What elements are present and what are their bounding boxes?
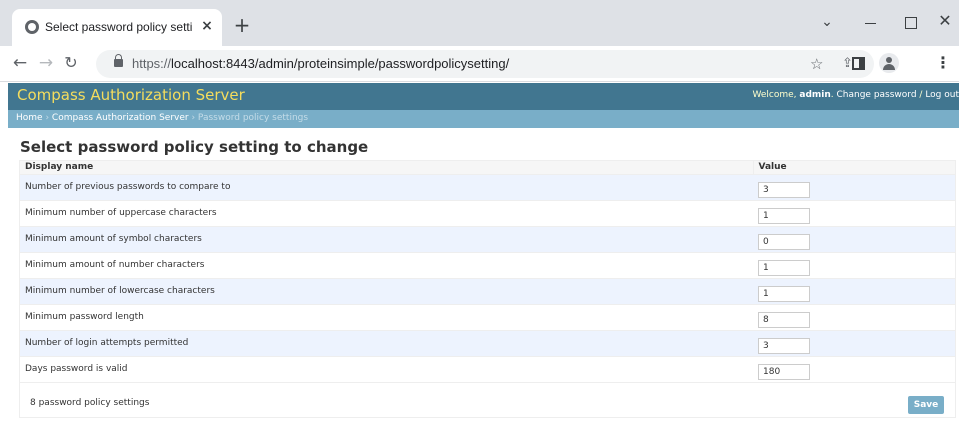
browser-tab-strip: Select password policy setting to × + ⌄ … (0, 0, 959, 46)
setting-name[interactable]: Number of login attempts permitted (20, 330, 753, 357)
star-icon[interactable]: ☆ (810, 55, 823, 73)
new-tab-icon[interactable]: + (230, 14, 254, 38)
setting-value-input[interactable] (758, 286, 810, 302)
page-title: Select password policy setting to change (20, 138, 369, 156)
setting-value-input[interactable] (758, 364, 810, 380)
setting-name[interactable]: Minimum amount of symbol characters (20, 226, 753, 253)
breadcrumb-home[interactable]: Home (16, 113, 43, 123)
minimize-icon[interactable] (856, 10, 886, 36)
lock-icon[interactable] (114, 54, 123, 67)
table-row: Days password is valid (20, 356, 955, 383)
changelist-results: Display name Value Number of previous pa… (19, 160, 956, 418)
table-row: Number of login attempts permitted (20, 330, 955, 357)
setting-name[interactable]: Minimum amount of number characters (20, 252, 753, 279)
setting-value-input[interactable] (758, 234, 810, 250)
browser-tab[interactable]: Select password policy setting to × (12, 9, 222, 46)
close-tab-icon[interactable]: × (198, 17, 216, 35)
setting-name[interactable]: Number of previous passwords to compare … (20, 174, 753, 201)
setting-name[interactable]: Minimum number of uppercase characters (20, 200, 753, 227)
table-row: Minimum amount of symbol characters (20, 226, 955, 253)
breadcrumb-current: Password policy settings (197, 113, 309, 123)
result-count: 8 password policy settings (30, 398, 150, 408)
column-header-display-name[interactable]: Display name (20, 161, 753, 175)
maximize-icon[interactable] (895, 10, 925, 36)
admin-header: Compass Authorization Server Welcome, ad… (8, 83, 959, 110)
site-name[interactable]: Compass Authorization Server (17, 86, 245, 104)
settings-table: Display name Value Number of previous pa… (20, 161, 955, 383)
back-arrow-icon[interactable]: ← (7, 50, 33, 76)
tab-search-chevron-icon[interactable]: ⌄ (812, 10, 842, 36)
setting-name[interactable]: Days password is valid (20, 356, 753, 383)
profile-icon[interactable] (879, 53, 899, 73)
address-bar[interactable]: https://localhost:8443/admin/proteinsimp… (96, 50, 874, 78)
table-row: Minimum number of uppercase characters (20, 200, 955, 227)
breadcrumb-app[interactable]: Compass Authorization Server (52, 113, 189, 123)
globe-icon (25, 20, 39, 34)
table-row: Minimum amount of number characters (20, 252, 955, 279)
setting-value-input[interactable] (758, 208, 810, 224)
username: admin (799, 90, 831, 100)
setting-value-input[interactable] (758, 338, 810, 354)
setting-name[interactable]: Minimum number of lowercase characters (20, 278, 753, 305)
window-close-icon[interactable]: ✕ (930, 10, 959, 36)
user-tools: Welcome, admin. Change password / Log ou… (752, 90, 959, 100)
table-row: Number of previous passwords to compare … (20, 174, 955, 201)
reload-icon[interactable]: ↻ (58, 50, 84, 76)
breadcrumb: Home › Compass Authorization Server › Pa… (8, 110, 959, 128)
url-text[interactable]: https://localhost:8443/admin/proteinsimp… (132, 56, 509, 71)
change-password-link[interactable]: Change password (837, 90, 917, 100)
column-header-value[interactable]: Value (752, 161, 955, 175)
logout-link[interactable]: Log out (925, 90, 959, 100)
side-panel-icon[interactable] (852, 57, 865, 70)
tab-title: Select password policy setting to (45, 20, 193, 34)
setting-value-input[interactable] (758, 260, 810, 276)
table-row: Minimum password length (20, 304, 955, 331)
menu-icon[interactable]: ⋮ (935, 53, 951, 72)
setting-name[interactable]: Minimum password length (20, 304, 753, 331)
table-row: Minimum number of lowercase characters (20, 278, 955, 305)
save-button[interactable]: Save (908, 396, 944, 414)
setting-value-input[interactable] (758, 312, 810, 328)
paginator: 8 password policy settings Save (20, 383, 955, 418)
forward-arrow-icon[interactable]: → (33, 50, 59, 76)
setting-value-input[interactable] (758, 182, 810, 198)
